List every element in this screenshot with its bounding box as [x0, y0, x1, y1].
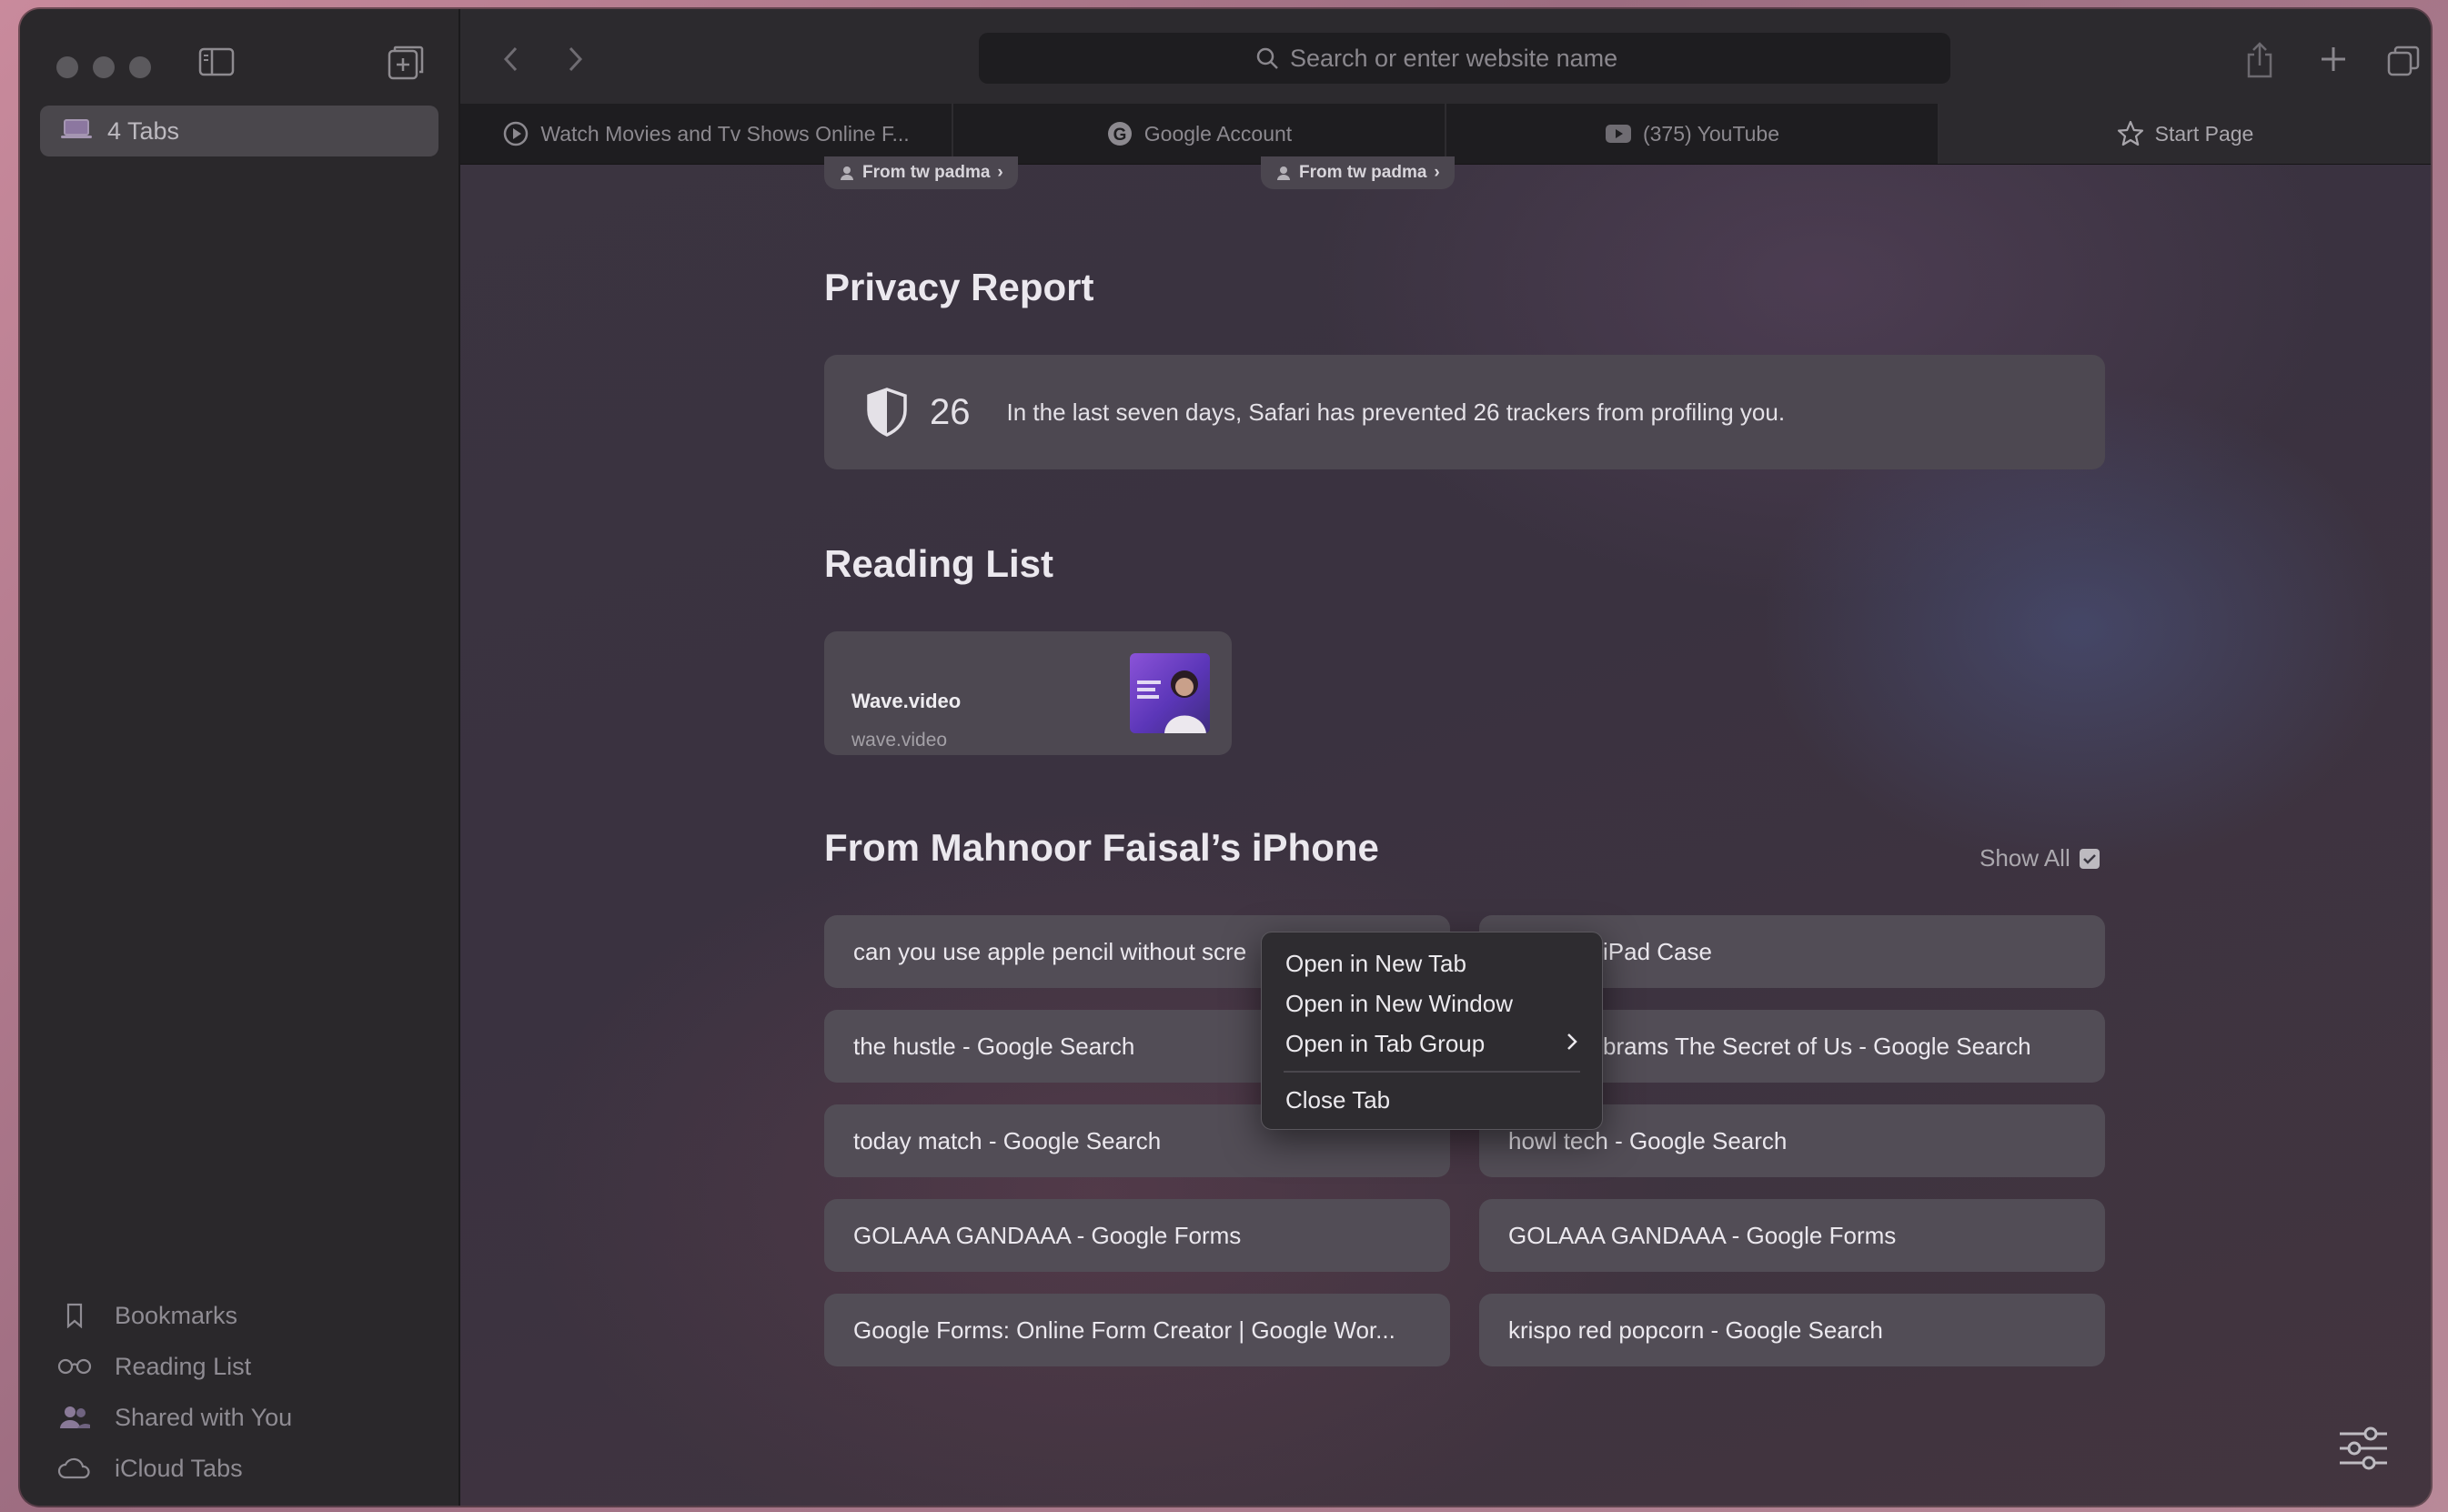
- laptop-icon: [60, 118, 93, 145]
- search-input[interactable]: [1288, 43, 1674, 74]
- sidebar-item-bookmarks[interactable]: Bookmarks: [56, 1294, 237, 1337]
- bookmark-icon: [56, 1303, 93, 1328]
- shared-pill[interactable]: From tw padma ›: [1261, 156, 1455, 189]
- iphone-tab-label: Google Forms: Online Form Creator | Goog…: [853, 1315, 1395, 1344]
- forward-button[interactable]: [566, 45, 584, 77]
- iphone-tab-label: iPad Case: [1603, 937, 1712, 965]
- chevron-right-icon: ›: [1434, 163, 1440, 182]
- privacy-message: In the last seven days, Safari has preve…: [1006, 398, 1786, 426]
- search-icon: [1255, 46, 1279, 70]
- glasses-icon: [56, 1357, 93, 1376]
- iphone-tab-label: brams The Secret of Us - Google Search: [1603, 1032, 2031, 1060]
- svg-text:G: G: [1113, 126, 1126, 145]
- youtube-icon: [1605, 124, 1632, 144]
- reading-list-item[interactable]: Wave.video wave.video: [824, 631, 1232, 755]
- reading-list-heading: Reading List: [824, 542, 1054, 585]
- new-tab-group-icon[interactable]: [388, 45, 424, 85]
- sidebar: 4 Tabs Bookmarks Reading List Shared wit…: [20, 9, 460, 1506]
- close-window-button[interactable]: [56, 56, 78, 78]
- tab-overview-icon[interactable]: [2387, 45, 2420, 81]
- tab-label: Start Page: [2154, 121, 2254, 146]
- menu-divider: [1284, 1071, 1580, 1073]
- menu-item-open-tab-group[interactable]: Open in Tab Group: [1262, 1023, 1602, 1063]
- people-icon: [56, 1405, 93, 1430]
- tab-watch-movies[interactable]: Watch Movies and Tv Shows Online F...: [460, 104, 953, 164]
- tracker-count: 26: [930, 391, 971, 432]
- sidebar-item-tabs[interactable]: 4 Tabs: [40, 106, 438, 156]
- sidebar-item-shared-with-you[interactable]: Shared with You: [56, 1396, 292, 1439]
- menu-item-label: Open in New Tab: [1285, 949, 1466, 977]
- menu-item-close-tab[interactable]: Close Tab: [1262, 1080, 1602, 1120]
- menu-item-open-new-tab[interactable]: Open in New Tab: [1262, 943, 1602, 983]
- main-area: Watch Movies and Tv Shows Online F... G …: [460, 9, 2431, 1506]
- iphone-tab-label: can you use apple pencil without scre: [853, 937, 1247, 965]
- safari-window: 4 Tabs Bookmarks Reading List Shared wit…: [20, 9, 2431, 1506]
- menu-item-label: Open in Tab Group: [1285, 1029, 1486, 1057]
- iphone-tab-label: today match - Google Search: [853, 1126, 1162, 1154]
- star-icon: [2117, 120, 2144, 147]
- iphone-tab-label: krispo red popcorn - Google Search: [1508, 1315, 1883, 1344]
- shared-pill-label: From tw padma: [862, 163, 991, 182]
- cloud-icon: [56, 1457, 93, 1479]
- sidebar-item-label: iCloud Tabs: [115, 1454, 243, 1482]
- minimize-window-button[interactable]: [93, 56, 115, 78]
- person-icon: [839, 165, 855, 181]
- menu-item-label: Close Tab: [1285, 1085, 1391, 1114]
- chevron-right-icon: ›: [997, 163, 1003, 182]
- customize-start-page-icon[interactable]: [2338, 1426, 2389, 1475]
- iphone-tab-item[interactable]: GOLAAA GANDAAA - Google Forms: [824, 1199, 1450, 1272]
- start-page: From tw padma › From tw padma › Privacy …: [460, 156, 2431, 1506]
- tab-label: Google Account: [1143, 121, 1293, 146]
- sidebar-item-label: Reading List: [115, 1352, 252, 1380]
- menu-item-open-new-window[interactable]: Open in New Window: [1262, 983, 1602, 1023]
- iphone-tab-item[interactable]: GOLAAA GANDAAA - Google Forms: [1479, 1199, 2105, 1272]
- iphone-tab-label: howl tech - Google Search: [1508, 1126, 1788, 1154]
- zoom-window-button[interactable]: [129, 56, 151, 78]
- tab-youtube[interactable]: (375) YouTube: [1446, 104, 1939, 164]
- new-tab-icon[interactable]: [2320, 45, 2347, 77]
- tab-start-page[interactable]: Start Page: [1939, 104, 2431, 164]
- play-circle-icon: [502, 120, 529, 147]
- toolbar: [460, 9, 2431, 104]
- tab-google-account[interactable]: G Google Account: [953, 104, 1446, 164]
- address-bar[interactable]: [979, 33, 1950, 84]
- sidebar-item-label: Shared with You: [115, 1403, 293, 1431]
- menu-item-label: Open in New Window: [1285, 989, 1513, 1017]
- google-icon: G: [1106, 120, 1133, 147]
- sidebar-item-label: Bookmarks: [115, 1301, 238, 1329]
- privacy-report-heading: Privacy Report: [824, 266, 1094, 308]
- tab-bar: Watch Movies and Tv Shows Online F... G …: [460, 104, 2431, 165]
- reading-item-thumbnail: [1130, 653, 1210, 733]
- shield-icon: [866, 388, 908, 437]
- privacy-report-card[interactable]: 26 In the last seven days, Safari has pr…: [824, 355, 2105, 469]
- iphone-tab-label: GOLAAA GANDAAA - Google Forms: [1508, 1221, 1897, 1249]
- sidebar-item-reading-list[interactable]: Reading List: [56, 1345, 251, 1388]
- shared-pill[interactable]: From tw padma ›: [824, 156, 1018, 189]
- iphone-tab-label: the hustle - Google Search: [853, 1032, 1135, 1060]
- iphone-tabs-heading: From Mahnoor Faisal’s iPhone: [824, 826, 1379, 869]
- iphone-tab-label: GOLAAA GANDAAA - Google Forms: [853, 1221, 1242, 1249]
- iphone-tab-item[interactable]: krispo red popcorn - Google Search: [1479, 1294, 2105, 1366]
- sidebar-toggle-icon[interactable]: [198, 47, 235, 81]
- checkbox-icon: [2079, 848, 2100, 869]
- sidebar-item-icloud-tabs[interactable]: iCloud Tabs: [56, 1446, 243, 1490]
- shared-pill-label: From tw padma: [1299, 163, 1427, 182]
- show-all-button[interactable]: Show All: [1980, 844, 2100, 872]
- reading-item-title: Wave.video: [851, 690, 962, 712]
- tab-label: (375) YouTube: [1642, 121, 1780, 146]
- person-icon: [1275, 165, 1292, 181]
- share-icon[interactable]: [2245, 42, 2274, 83]
- tab-label: Watch Movies and Tv Shows Online F...: [540, 121, 910, 146]
- chevron-right-icon: [1566, 1030, 1578, 1058]
- reading-item-url: wave.video: [851, 730, 948, 751]
- context-menu: Open in New Tab Open in New Window Open …: [1261, 932, 1603, 1130]
- iphone-tab-item[interactable]: Google Forms: Online Form Creator | Goog…: [824, 1294, 1450, 1366]
- sidebar-item-label: 4 Tabs: [107, 116, 180, 145]
- show-all-label: Show All: [1980, 844, 2070, 872]
- back-button[interactable]: [502, 45, 520, 77]
